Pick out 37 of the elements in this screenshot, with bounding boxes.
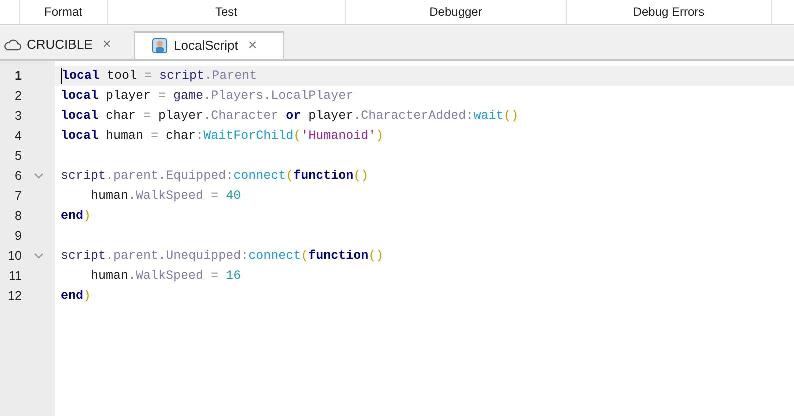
close-tab-button[interactable]: ×	[248, 34, 258, 58]
code-line: script.parent.Unequipped:connect(function()	[61, 248, 384, 265]
cloud-icon	[4, 39, 22, 51]
close-tab-button[interactable]: ×	[102, 34, 112, 56]
code-line: end)	[61, 208, 92, 225]
code-line: script.parent.Equipped:connect(function()	[61, 168, 369, 185]
code-line: local player = game.Players.LocalPlayer	[61, 88, 354, 105]
line-number: 7	[14, 188, 22, 205]
ribbon-section-label[interactable]: Debugger	[430, 3, 482, 21]
code-line: human.WalkSpeed = 16	[90, 268, 242, 285]
line-number: 10	[7, 248, 22, 265]
line-number: 4	[14, 128, 22, 145]
code-line: human.WalkSpeed = 40	[90, 188, 242, 205]
fold-chevron-icon[interactable]	[34, 252, 44, 260]
script-person-icon	[151, 37, 169, 55]
code-line: local tool = script.Parent	[62, 68, 258, 85]
line-number: 11	[8, 268, 22, 285]
line-number: 1	[14, 68, 22, 85]
ribbon-section-label[interactable]: Debug Errors	[633, 3, 705, 21]
line-number: 12	[7, 288, 22, 305]
line-number: 2	[14, 88, 22, 105]
tab-label: CRUCIBLE	[27, 36, 93, 54]
ribbon-section-label[interactable]: Format	[44, 3, 82, 21]
line-number: 3	[14, 108, 22, 125]
code-line: local human = char:WaitForChild('Humanoid')	[61, 128, 384, 145]
document-tab[interactable]: LocalScript ×	[134, 31, 284, 59]
tab-label: LocalScript	[174, 37, 238, 56]
code-line: end)	[61, 288, 92, 305]
code-line: local char = player.Character or player.CharacterAdded:wait()	[61, 108, 519, 125]
document-tab[interactable]: CRUCIBLE ×	[0, 31, 134, 59]
fold-chevron-icon[interactable]	[34, 172, 44, 180]
line-number: 5	[14, 148, 22, 165]
line-number: 9	[14, 228, 22, 245]
line-number: 8	[14, 208, 22, 225]
line-number: 6	[14, 168, 22, 185]
text-cursor	[61, 68, 62, 84]
ribbon-section-label[interactable]: Test	[215, 3, 238, 21]
